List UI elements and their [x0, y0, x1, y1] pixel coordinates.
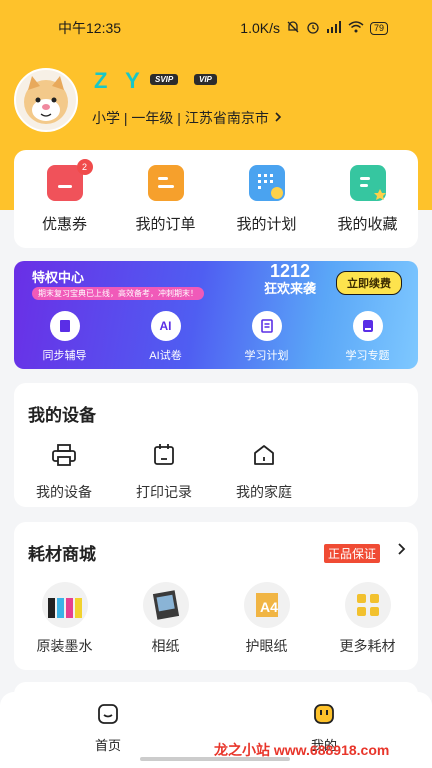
vip-item-label: 同步辅导 — [42, 350, 87, 362]
section-title-shop: 耗材商城 — [28, 545, 96, 564]
shop-item-eye-care-paper[interactable]: A4 护眼纸 — [222, 582, 312, 656]
device-item-label: 我的设备 — [36, 484, 92, 500]
topic-icon — [352, 311, 383, 341]
ai-icon: AI — [150, 311, 181, 341]
vip-item-sync-tutoring[interactable]: 同步辅导 — [25, 311, 105, 363]
signal-icon — [326, 20, 342, 36]
device-item-my-family[interactable]: 我的家庭 — [219, 443, 309, 502]
quick-item-label: 我的订单 — [135, 215, 196, 233]
coupon-count-badge: 2 — [76, 158, 93, 175]
quick-item-favorites[interactable]: 我的收藏 — [323, 164, 413, 234]
alarm-icon — [306, 20, 320, 37]
promo-line-2: 狂欢来袭 — [264, 281, 317, 296]
vip-item-label: 学习计划 — [244, 350, 289, 362]
shop-item-more[interactable]: 更多耗材 — [323, 582, 413, 656]
quick-item-label: 优惠券 — [41, 215, 87, 233]
vip-item-ai-paper[interactable]: AI AI试卷 — [126, 311, 206, 363]
grid-more-icon — [344, 582, 391, 628]
vip-center-title: 特权中心 — [32, 270, 85, 285]
shop-item-label: 护眼纸 — [245, 638, 288, 654]
printer-icon — [51, 443, 77, 472]
home-indicator — [140, 757, 290, 761]
battery-icon: 79 — [369, 21, 388, 35]
vip-center-subtitle: 期末复习宝典已上线，高效备考，冲刺期末！ — [32, 287, 204, 300]
promo-line-1: 1212 — [269, 261, 311, 281]
order-icon — [147, 164, 184, 201]
coupon-icon: 2 — [46, 158, 93, 201]
device-items: 我的设备 打印记录 我的家庭 — [14, 443, 314, 502]
home-tab-icon — [96, 702, 120, 731]
quick-actions-card: 2 优惠券 我的订单 我的计划 我的收藏 — [14, 150, 418, 248]
renew-button[interactable]: 立即续费 — [336, 271, 402, 295]
vip-badge: VIP — [194, 74, 217, 85]
quick-item-plan[interactable]: 我的计划 — [222, 164, 312, 234]
vip-item-study-plan[interactable]: 学习计划 — [227, 311, 307, 363]
svip-badge: SVIP — [150, 74, 179, 85]
favorite-icon — [349, 164, 386, 201]
vip-items: 同步辅导 AI AI试卷 学习计划 学习专题 — [14, 311, 418, 363]
mute-icon — [286, 20, 300, 37]
svg-text:A4: A4 — [260, 599, 278, 615]
my-devices-card: 我的设备 我的设备 打印记录 我的家庭 — [14, 383, 418, 507]
shop-item-ink[interactable]: 原装墨水 — [20, 582, 110, 656]
genuine-guarantee-badge: 正品保证 — [324, 544, 381, 563]
shop-items: 原装墨水 相纸 A4 护眼纸 更多耗材 — [14, 582, 418, 656]
quick-item-orders[interactable]: 我的订单 — [121, 164, 211, 234]
quick-item-label: 我的收藏 — [337, 215, 398, 233]
eye-care-paper-icon: A4 — [243, 582, 290, 628]
plan-icon — [251, 311, 282, 341]
status-bar: 中午12:35 1.0K/s 79 — [0, 0, 432, 56]
shop-item-label: 更多耗材 — [339, 638, 396, 654]
shop-item-label: 相纸 — [151, 638, 180, 654]
shop-item-label: 原装墨水 — [36, 638, 93, 654]
chevron-right-icon — [273, 110, 283, 126]
avatar[interactable] — [14, 68, 78, 132]
calendar-plan-icon — [248, 164, 285, 201]
mine-tab-icon — [312, 702, 336, 731]
profile-info[interactable]: 小学 | 一年级 | 江苏省南京市 — [92, 108, 283, 128]
quick-item-label: 我的计划 — [236, 215, 297, 233]
section-title-devices: 我的设备 — [28, 406, 96, 425]
vip-item-label: AI试卷 — [149, 350, 182, 362]
status-indicators: 1.0K/s 79 — [240, 20, 388, 37]
vip-center-banner[interactable]: 特权中心 期末复习宝典已上线，高效备考，冲刺期末！ 1212 狂欢来袭 立即续费… — [14, 261, 418, 369]
status-time: 中午12:35 — [58, 20, 122, 36]
device-item-label: 我的家庭 — [236, 484, 292, 500]
vip-item-study-topic[interactable]: 学习专题 — [328, 311, 408, 363]
network-speed: 1.0K/s — [240, 20, 280, 36]
shop-item-photo-paper[interactable]: 相纸 — [121, 582, 211, 656]
wifi-icon — [348, 20, 364, 36]
promo-title: 1212 狂欢来袭 — [264, 261, 317, 297]
profile-info-text: 小学 | 一年级 | 江苏省南京市 — [92, 110, 269, 126]
ink-bottles-icon — [41, 582, 88, 628]
device-item-my-device[interactable]: 我的设备 — [19, 443, 109, 502]
device-item-label: 打印记录 — [136, 484, 192, 500]
photo-paper-icon — [142, 582, 189, 628]
calendar-icon — [152, 443, 176, 472]
chevron-right-icon[interactable] — [396, 542, 406, 561]
tab-home-label: 首页 — [94, 738, 121, 753]
book-icon — [49, 311, 80, 341]
username: Z Y — [94, 68, 146, 93]
device-item-print-records[interactable]: 打印记录 — [119, 443, 209, 502]
consumables-shop-card: 耗材商城 正品保证 原装墨水 相纸 A4 护眼纸 更多耗材 — [14, 522, 418, 670]
profile-section[interactable]: Z Y SVIP VIP 小学 | 一年级 | 江苏省南京市 — [14, 68, 414, 132]
quick-item-coupon[interactable]: 2 优惠券 — [20, 158, 110, 234]
home-icon — [252, 443, 276, 472]
vip-item-label: 学习专题 — [345, 350, 390, 362]
